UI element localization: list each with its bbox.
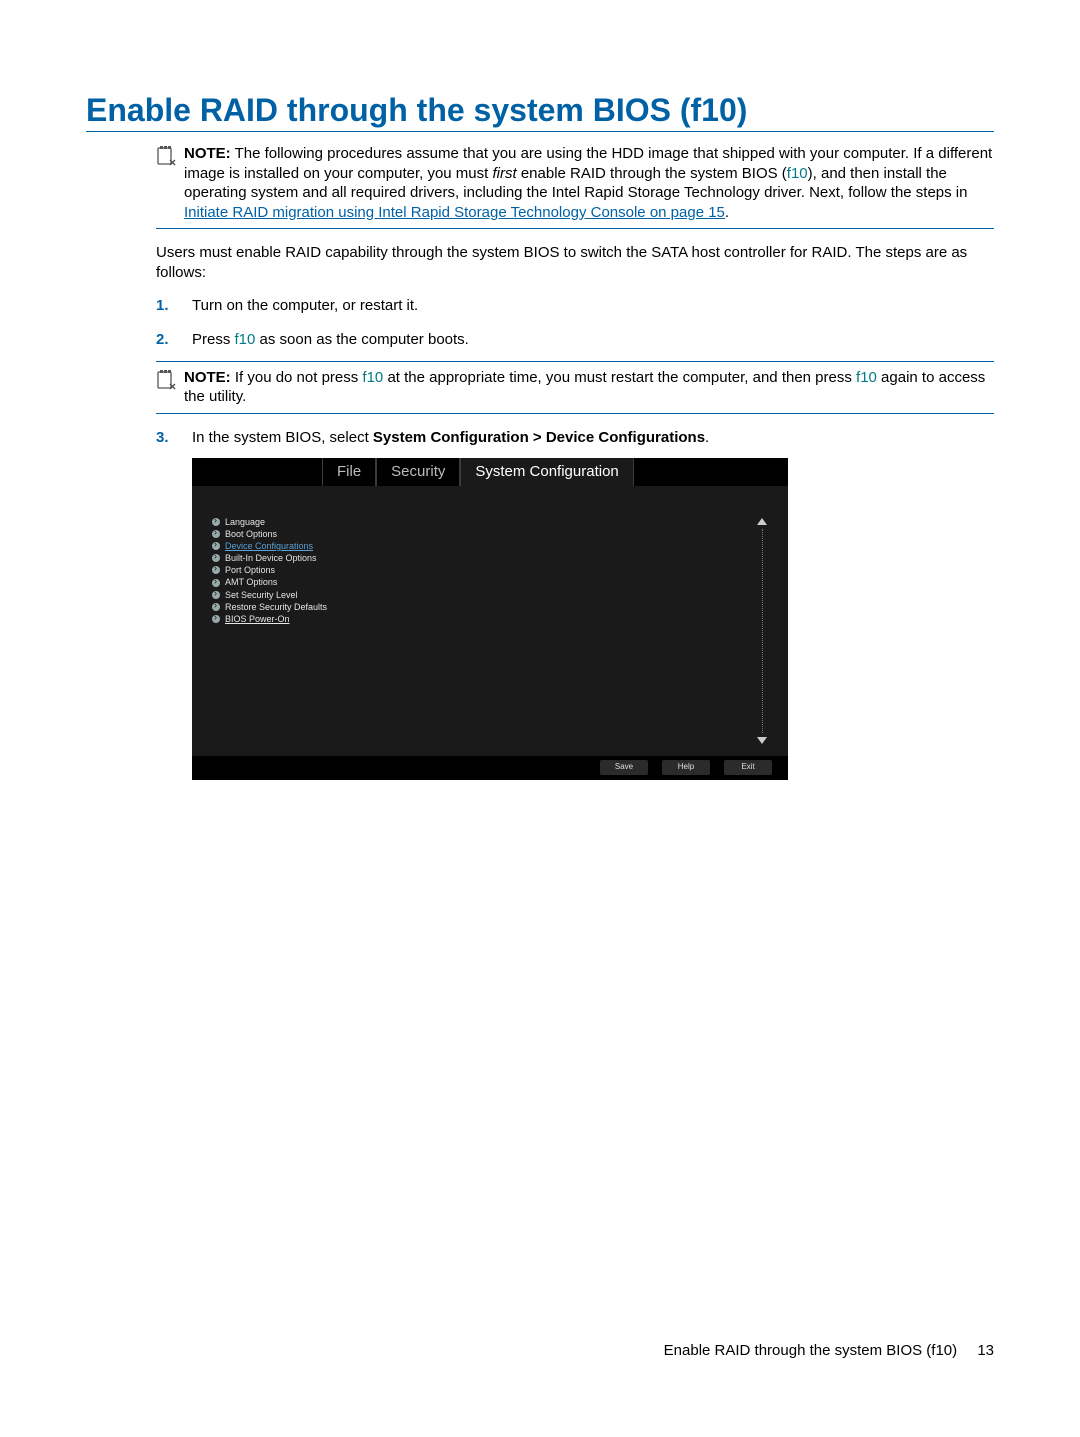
bios-scrollbar[interactable] [756, 516, 768, 746]
bios-menu-bios-power-on[interactable]: BIOS Power-On [212, 613, 756, 625]
bios-tab-file[interactable]: File [322, 458, 376, 486]
bios-menu-restore-security-defaults[interactable]: Restore Security Defaults [212, 601, 756, 613]
key-f10: f10 [362, 369, 383, 386]
note-icon [156, 370, 180, 398]
chevron-up-icon [757, 518, 767, 525]
key-f10: f10 [856, 369, 877, 386]
bios-menu-device-configurations[interactable]: Device Configurations [212, 540, 756, 552]
bios-tab-security[interactable]: Security [376, 458, 460, 486]
bios-exit-button[interactable]: Exit [724, 760, 772, 775]
key-f10: f10 [787, 165, 808, 182]
chevron-down-icon [757, 737, 767, 744]
bios-menu-port-options[interactable]: Port Options [212, 564, 756, 576]
link-initiate-raid-migration[interactable]: Initiate RAID migration using Intel Rapi… [184, 204, 725, 221]
bios-screenshot: File Security System Configuration Langu… [192, 458, 788, 780]
page-title: Enable RAID through the system BIOS (f10… [86, 92, 994, 132]
note-block-2: NOTE: If you do not press f10 at the app… [156, 361, 994, 414]
page-footer: Enable RAID through the system BIOS (f10… [664, 1342, 994, 1359]
bios-menu-built-in-device-options[interactable]: Built-In Device Options [212, 552, 756, 564]
bios-footer: Save Help Exit [192, 756, 788, 780]
note-icon [156, 146, 180, 172]
bios-menu-amt-options[interactable]: AMT Options [212, 576, 756, 588]
note-text-2: NOTE: If you do not press f10 at the app… [184, 368, 994, 407]
step-1: 1. Turn on the computer, or restart it. [192, 296, 994, 316]
bios-menu-set-security-level[interactable]: Set Security Level [212, 589, 756, 601]
bios-menu-boot-options[interactable]: Boot Options [212, 528, 756, 540]
step-3: 3. In the system BIOS, select System Con… [192, 428, 994, 780]
step-2: 2. Press f10 as soon as the computer boo… [192, 330, 994, 413]
bios-menu: Language Boot Options Device Configurati… [212, 516, 756, 746]
bios-tab-bar: File Security System Configuration [192, 458, 788, 486]
bios-tab-system-configuration[interactable]: System Configuration [460, 458, 633, 486]
note-block-1: NOTE: The following procedures assume th… [156, 138, 994, 229]
bios-menu-language[interactable]: Language [212, 516, 756, 528]
bios-save-button[interactable]: Save [600, 760, 648, 775]
bios-help-button[interactable]: Help [662, 760, 710, 775]
footer-title: Enable RAID through the system BIOS (f10… [664, 1342, 957, 1359]
page-number: 13 [977, 1342, 994, 1359]
key-f10: f10 [235, 331, 256, 348]
intro-paragraph: Users must enable RAID capability throug… [156, 243, 994, 282]
note-text-1: NOTE: The following procedures assume th… [184, 144, 994, 222]
